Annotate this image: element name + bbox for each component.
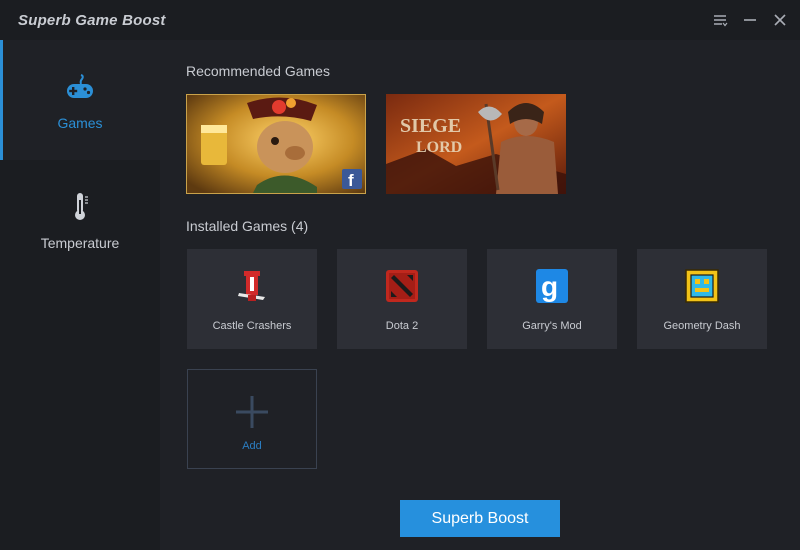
add-game-label: Add: [242, 440, 262, 452]
close-icon: [770, 10, 790, 30]
game-tile-garrys-mod[interactable]: g Garry's Mod: [487, 249, 617, 349]
castle-crashers-icon: [235, 269, 269, 303]
sidebar: Games Temperature: [0, 40, 160, 550]
sidebar-item-label: Games: [57, 115, 103, 131]
sidebar-item-label: Temperature: [40, 235, 120, 251]
siege-lord-banner[interactable]: SIEGE LORD: [386, 94, 566, 194]
installed-games-heading: Installed Games (4): [186, 218, 309, 234]
menu-lines-icon: [710, 10, 730, 30]
game-tile-label: Garry's Mod: [522, 320, 582, 332]
game-tile-label: Dota 2: [385, 320, 419, 332]
close-button[interactable]: [770, 10, 790, 30]
add-game-button[interactable]: Add: [187, 369, 317, 469]
sidebar-item-games[interactable]: Games: [0, 40, 160, 160]
app-title: Superb Game Boost: [18, 12, 166, 29]
game-tile-label: Geometry Dash: [663, 320, 741, 332]
svg-text:SIEGE: SIEGE: [400, 115, 461, 137]
minimize-button[interactable]: [740, 10, 760, 30]
game-tile-label: Castle Crashers: [212, 320, 292, 332]
game-tile-geometry-dash[interactable]: Geometry Dash: [637, 249, 767, 349]
menu-button[interactable]: [710, 10, 730, 30]
pirate-character-banner[interactable]: f: [186, 94, 366, 194]
plus-icon: [235, 395, 269, 429]
sidebar-item-temperature[interactable]: Temperature: [0, 160, 160, 280]
svg-text:f: f: [348, 171, 354, 190]
title-bar: Superb Game Boost: [0, 0, 800, 40]
gamepad-icon: [64, 72, 96, 104]
svg-text:LORD: LORD: [416, 139, 462, 156]
minimize-icon: [740, 10, 760, 30]
game-tile-castle-crashers[interactable]: Castle Crashers: [187, 249, 317, 349]
svg-text:g: g: [541, 271, 558, 302]
recommended-games-heading: Recommended Games: [186, 63, 330, 79]
garrys-mod-icon: g: [535, 269, 569, 303]
geometry-dash-icon: [685, 269, 719, 303]
siege-lord-art: SIEGE LORD: [386, 94, 566, 194]
game-tile-dota-2[interactable]: Dota 2: [337, 249, 467, 349]
thermometer-icon: [64, 190, 96, 222]
pirate-character-art: f: [187, 95, 365, 193]
dota2-icon: [385, 269, 419, 303]
superb-boost-button[interactable]: Superb Boost: [400, 500, 560, 537]
